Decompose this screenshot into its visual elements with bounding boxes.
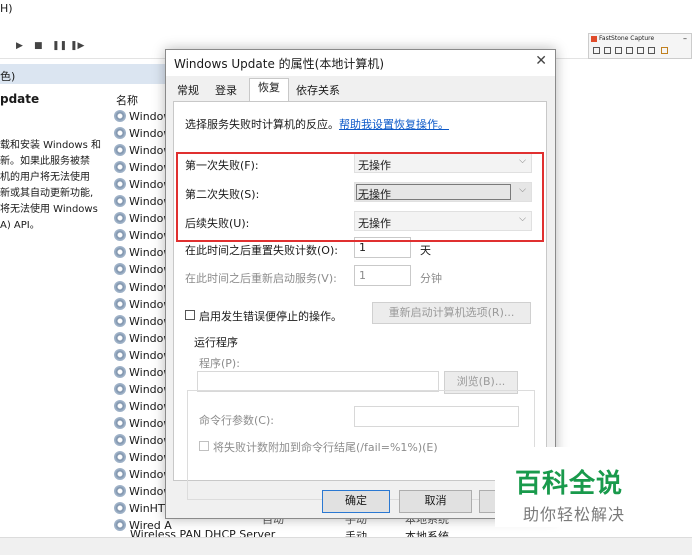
description-line: 机的用户将无法使用 [0, 172, 90, 183]
gear-icon [114, 451, 126, 463]
gear-icon [114, 485, 126, 498]
intro-text: 选择服务失败时计算机的反应。帮助我设置恢复操作。 [185, 118, 449, 131]
restart-service-unit: 分钟 [420, 272, 442, 285]
minimize-button[interactable]: – [683, 34, 687, 43]
service-description-pane: pdate 载和安装 Windows 和新。如果此服务被禁 机的用户将无法使用 新或… [0, 84, 112, 524]
pause-icon[interactable]: ❚❚ [52, 42, 67, 51]
service-description: 载和安装 Windows 和新。如果此服务被禁 机的用户将无法使用 新或其自动更新功… [0, 138, 110, 234]
gear-icon [114, 433, 126, 446]
faststone-title: FastStone Capture [599, 35, 655, 42]
gear-icon [114, 246, 126, 259]
description-line: 新或其自动更新功能, [0, 188, 94, 199]
capture-freehand-icon[interactable] [626, 47, 633, 54]
menu-bar: H) [0, 0, 692, 20]
gear-icon [114, 314, 126, 327]
gear-icon [114, 212, 126, 225]
capture-object-icon[interactable] [604, 47, 611, 54]
capture-region-icon[interactable] [615, 47, 622, 54]
capture-scroll-icon[interactable] [648, 47, 655, 54]
stop-icon[interactable]: ■ [34, 42, 43, 51]
dialog-title: Windows Update 的属性(本地计算机) [174, 57, 385, 71]
gear-icon [114, 178, 126, 191]
gear-icon [114, 144, 126, 157]
play-icon[interactable]: ▶ [16, 42, 24, 51]
tab-general[interactable]: 常规 [174, 82, 202, 100]
tab-logon[interactable]: 登录 [210, 82, 242, 100]
gear-icon [114, 297, 126, 310]
output-icon[interactable] [661, 47, 668, 54]
gear-icon [114, 348, 126, 361]
faststone-logo-icon [591, 36, 597, 42]
restart-service-label: 在此时间之后重新启动服务(V): [185, 272, 337, 285]
description-line: A) API。 [0, 220, 40, 231]
help-link[interactable]: 帮助我设置恢复操作。 [339, 118, 449, 131]
service-title: pdate [0, 92, 40, 106]
menu-item-help[interactable]: H) [0, 2, 13, 15]
dialog-titlebar[interactable]: Windows Update 的属性(本地计算机) ✕ [166, 50, 555, 76]
close-icon[interactable]: ✕ [535, 53, 547, 69]
restart-computer-options-button[interactable]: 重新启动计算机选项(R)... [372, 302, 531, 324]
reset-count-label: 在此时间之后重置失败计数(O): [185, 244, 338, 257]
gear-icon [114, 382, 126, 395]
gear-icon [114, 365, 126, 378]
restart-service-input[interactable]: 1 [354, 265, 411, 286]
restart-icon[interactable]: ❚▶ [70, 42, 84, 51]
program-label: 程序(P): [199, 357, 240, 370]
cancel-button[interactable]: 取消 [399, 490, 472, 513]
tab-dependencies[interactable]: 依存关系 [291, 82, 345, 100]
description-line: 载和安装 Windows 和 [0, 140, 101, 151]
gear-icon [114, 468, 126, 481]
enable-stop-actions-checkbox[interactable] [185, 310, 195, 320]
description-line: 将无法使用 Windows [0, 204, 98, 215]
gear-icon [114, 502, 126, 515]
run-program-group-label: 运行程序 [191, 334, 241, 350]
highlight-box [176, 152, 544, 242]
watermark-subtitle: 助你轻松解决 [523, 505, 626, 524]
gear-icon [114, 519, 126, 532]
breadcrumb-label: 色) [0, 70, 16, 83]
reset-count-unit: 天 [420, 244, 431, 257]
program-input[interactable] [197, 371, 439, 392]
capture-window-icon[interactable] [593, 47, 600, 54]
gear-icon [114, 280, 126, 293]
ok-button[interactable]: 确定 [322, 490, 390, 513]
gear-icon [114, 263, 126, 276]
gear-icon [114, 399, 126, 412]
watermark-title: 百科全说 [515, 469, 624, 499]
column-header-name[interactable]: 名称 [116, 92, 138, 108]
gear-icon [114, 195, 126, 208]
faststone-capture-toolbar[interactable]: FastStone Capture – [588, 33, 692, 59]
run-program-groupbox [187, 390, 535, 500]
gear-icon [114, 416, 126, 429]
gear-icon [114, 229, 126, 242]
gear-icon [114, 331, 126, 344]
watermark: 百科全说 助你轻松解决 [495, 447, 667, 527]
enable-stop-actions-label: 启用发生错误便停止的操作。 [199, 310, 342, 323]
gear-icon [114, 110, 126, 122]
gear-icon [114, 127, 126, 140]
tab-recovery[interactable]: 恢复 [249, 78, 289, 102]
capture-fullscreen-icon[interactable] [637, 47, 644, 54]
breadcrumb: 色) [0, 64, 170, 84]
status-bar [0, 537, 692, 555]
description-line: 新。如果此服务被禁 [0, 156, 90, 167]
gear-icon [114, 161, 126, 174]
